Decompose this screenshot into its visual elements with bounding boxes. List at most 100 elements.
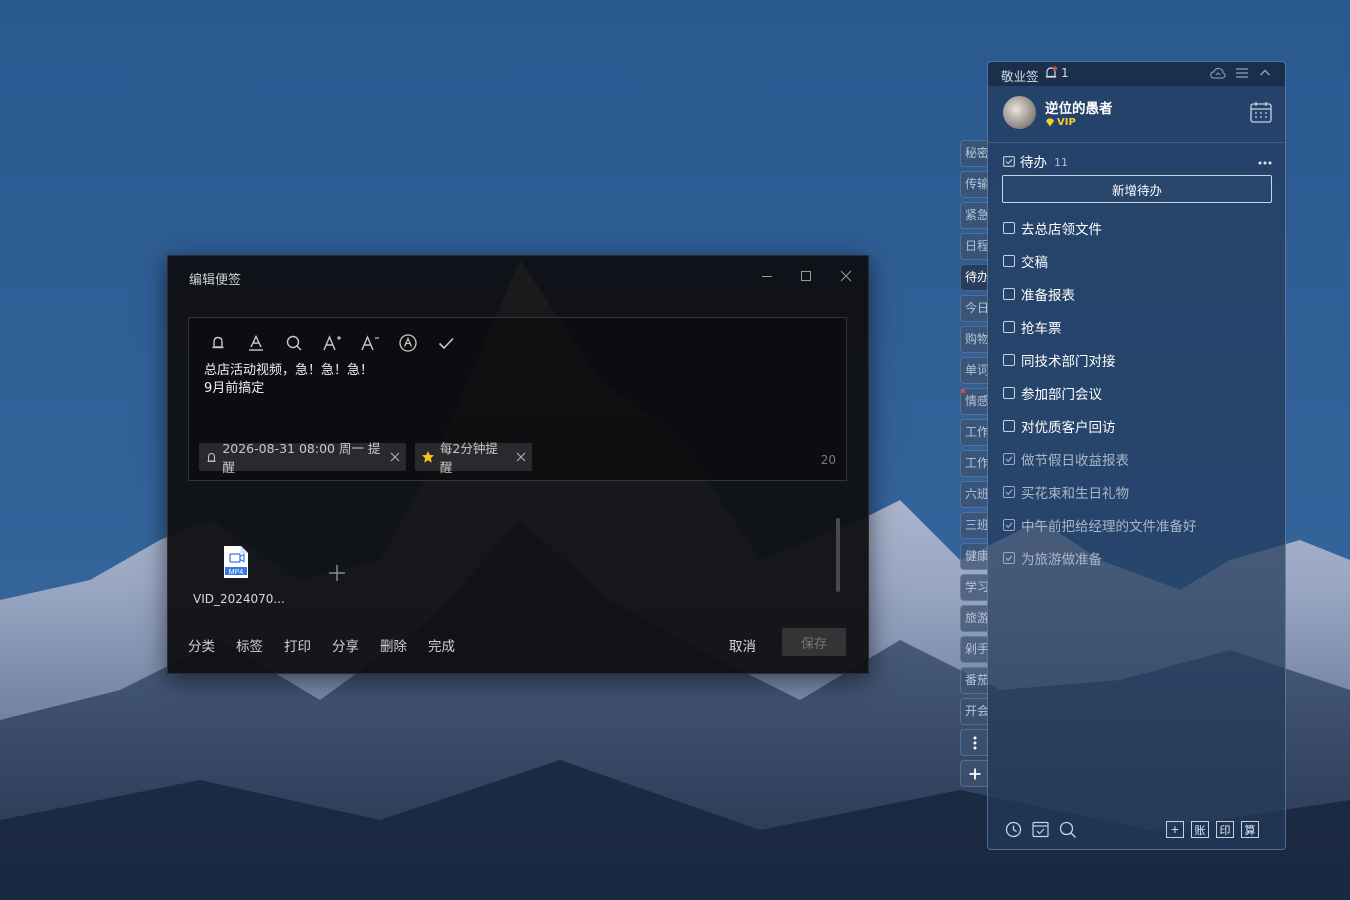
tab-todo[interactable]: 待办 (960, 264, 988, 291)
remove-reminder-button[interactable] (390, 452, 400, 462)
tab-secret[interactable]: 秘密 (960, 140, 988, 167)
tab-study[interactable]: 学习 (960, 574, 988, 601)
tab-meeting[interactable]: 开会 (960, 698, 988, 725)
diamond-icon (1046, 118, 1054, 127)
close-icon (840, 270, 852, 282)
tab-class-three[interactable]: 三班 (960, 512, 988, 539)
todo-item-done[interactable]: 为旅游做准备 (1003, 548, 1102, 568)
checkbox-checked[interactable] (1003, 453, 1015, 465)
todo-label: 同技术部门对接 (1021, 354, 1116, 370)
tab-work-1[interactable]: 工作 (960, 419, 988, 446)
category-button[interactable]: 分类 (188, 635, 215, 655)
tab-health[interactable]: 健康 (960, 543, 988, 570)
tab-transfer[interactable]: 传输 (960, 171, 988, 198)
account-book-button[interactable]: 账 (1191, 821, 1209, 838)
search-button[interactable] (1059, 821, 1077, 843)
minimize-button[interactable] (758, 267, 776, 285)
font-increase-tool[interactable] (321, 332, 343, 354)
add-attachment-button[interactable] (328, 564, 346, 586)
close-button[interactable] (837, 267, 855, 285)
todo-item[interactable]: 对优质客户回访 (1003, 416, 1116, 436)
todo-item-done[interactable]: 中午前把给经理的文件准备好 (1003, 515, 1197, 535)
checkbox-checked[interactable] (1003, 519, 1015, 531)
remove-repeat-button[interactable] (516, 452, 526, 462)
tab-travel[interactable]: 旅游 (960, 605, 988, 632)
cancel-button[interactable]: 取消 (729, 635, 756, 655)
add-note-button[interactable]: + (1166, 821, 1184, 838)
tab-schedule[interactable]: 日程 (960, 233, 988, 260)
add-tab-button[interactable] (960, 760, 988, 787)
todo-item-done[interactable]: 做节假日收益报表 (1003, 449, 1129, 469)
todo-item-done[interactable]: 买花束和生日礼物 (1003, 482, 1129, 502)
complete-button[interactable]: 完成 (428, 635, 455, 655)
scrollbar[interactable] (836, 518, 840, 592)
checkbox-checked[interactable] (1003, 486, 1015, 498)
delete-button[interactable]: 删除 (380, 635, 407, 655)
menu-button[interactable] (1235, 67, 1249, 83)
share-button[interactable]: 分享 (332, 635, 359, 655)
calculator-button[interactable]: 算 (1241, 821, 1259, 838)
search-icon (1059, 821, 1076, 838)
autocorrect-tool[interactable] (397, 332, 419, 354)
tab-pomodoro[interactable]: 番茄 (960, 667, 988, 694)
tab-words[interactable]: 单词 (960, 357, 988, 384)
save-button[interactable]: 保存 (782, 628, 846, 656)
star-icon (422, 451, 434, 463)
tag-button[interactable]: 标签 (236, 635, 263, 655)
collapse-button[interactable] (1259, 67, 1271, 83)
checklist-icon (1032, 821, 1049, 838)
todo-item[interactable]: 同技术部门对接 (1003, 350, 1116, 370)
maximize-button[interactable] (797, 267, 815, 285)
repeat-chip[interactable]: 每2分钟提醒 (415, 441, 532, 475)
history-button[interactable] (1005, 821, 1022, 842)
tab-shopping-spree[interactable]: 剁手 (960, 636, 988, 663)
todo-item[interactable]: 参加部门会议 (1003, 383, 1102, 403)
avatar[interactable] (1003, 96, 1036, 129)
text-color-icon (249, 334, 263, 351)
new-todo-button[interactable]: 新增待办 (1002, 175, 1272, 203)
search-tool[interactable] (283, 332, 305, 354)
tab-class-six[interactable]: 六班 (960, 481, 988, 508)
reminder-tool[interactable] (207, 332, 229, 354)
note-editor[interactable]: 总店活动视频，急！急！急！ 9月前搞定 2026-08-31 08:00 周一 … (188, 317, 847, 481)
checkbox-checked[interactable] (1003, 552, 1015, 564)
more-options-button[interactable] (1258, 150, 1272, 169)
checkbox[interactable] (1003, 387, 1015, 399)
calendar-button[interactable] (1250, 101, 1272, 127)
font-decrease-tool[interactable] (359, 332, 381, 354)
sync-button[interactable] (1210, 67, 1226, 83)
completed-button[interactable] (1032, 821, 1049, 842)
todo-item[interactable]: 去总店领文件 (1003, 218, 1102, 238)
checkbox[interactable] (1003, 222, 1015, 234)
checkbox[interactable] (1003, 321, 1015, 333)
plus-icon (329, 565, 345, 581)
text-color-tool[interactable] (245, 332, 267, 354)
print-button[interactable]: 印 (1216, 821, 1234, 838)
reminder-chip[interactable]: 2026-08-31 08:00 周一 提醒 (199, 441, 406, 475)
repeat-text: 每2分钟提醒 (439, 441, 498, 475)
tab-urgent[interactable]: 紧急 (960, 202, 988, 229)
minimize-icon (762, 276, 772, 277)
todo-item[interactable]: 交稿 (1003, 251, 1048, 271)
username[interactable]: 逆位的愚者 (1045, 97, 1113, 117)
todo-label: 抢车票 (1021, 321, 1062, 337)
autocorrect-icon (399, 334, 417, 352)
more-tabs-button[interactable] (960, 729, 988, 756)
close-icon (390, 452, 400, 462)
print-button[interactable]: 打印 (284, 635, 311, 655)
tab-shopping[interactable]: 购物 (960, 326, 988, 353)
checkbox[interactable] (1003, 354, 1015, 366)
tab-work-2[interactable]: 工作 (960, 450, 988, 477)
todo-item[interactable]: 准备报表 (1003, 284, 1075, 304)
checkbox[interactable] (1003, 255, 1015, 267)
todo-item[interactable]: 抢车票 (1003, 317, 1062, 337)
note-body[interactable]: 总店活动视频，急！急！急！ 9月前搞定 (204, 362, 373, 398)
attachment-file[interactable]: MP4 (222, 545, 250, 583)
tab-emotion[interactable]: 情感 (960, 388, 988, 415)
checkbox[interactable] (1003, 288, 1015, 300)
notification-button[interactable] (1044, 66, 1058, 84)
checkbox[interactable] (1003, 420, 1015, 432)
tab-today[interactable]: 今日 (960, 295, 988, 322)
attachment-name: VID_2024070... (193, 592, 285, 606)
confirm-tool[interactable] (435, 332, 457, 354)
